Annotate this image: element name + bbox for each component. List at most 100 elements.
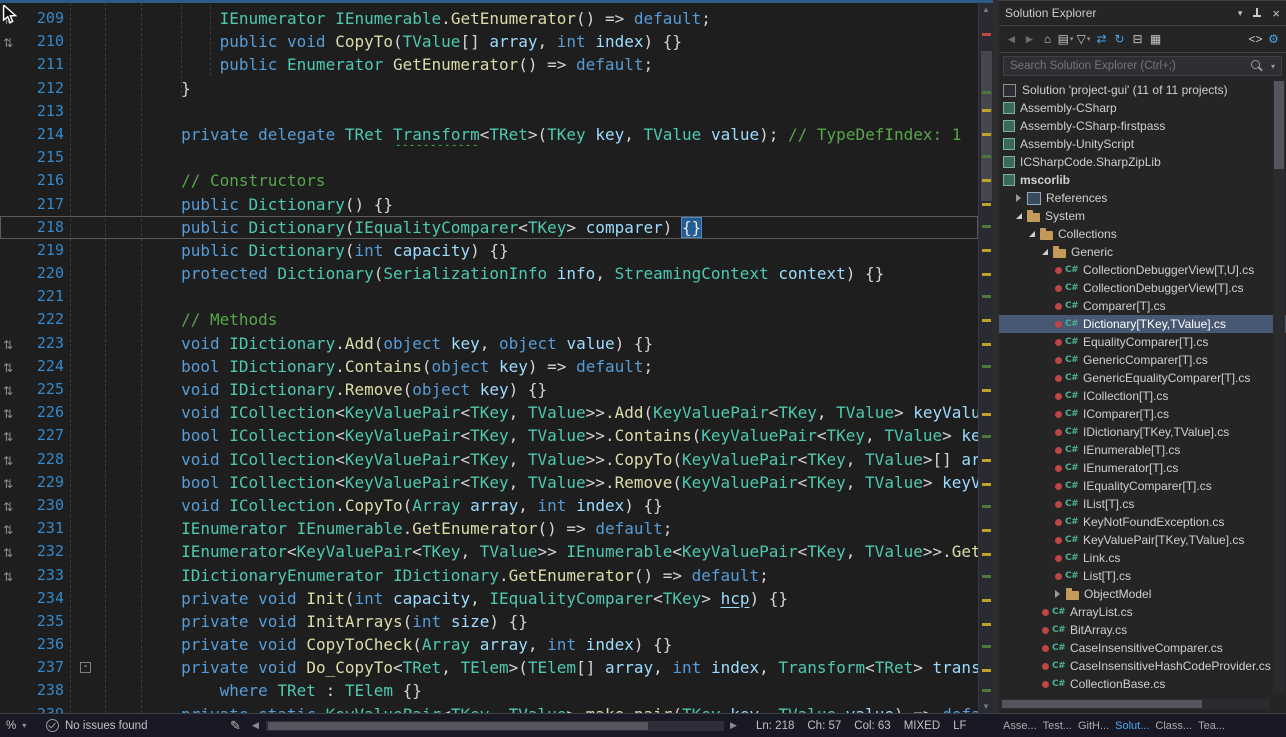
tree-item[interactable]: C#CollectionDebuggerView[T,U].cs	[999, 261, 1286, 279]
tree-item[interactable]: Assembly-CSharp-firstpass	[999, 117, 1286, 135]
code-line[interactable]: 220 protected Dictionary(SerializationIn…	[0, 262, 978, 285]
filter-icon[interactable]: ▽▾	[1075, 30, 1092, 48]
tree-item[interactable]: C#CaseInsensitiveComparer.cs	[999, 639, 1286, 657]
editor-vertical-scrollbar[interactable]: ▲ ▼	[978, 3, 993, 713]
tree-item[interactable]: C#Comparer[T].cs	[999, 297, 1286, 315]
code-line[interactable]: 236 private void CopyToCheck(Array array…	[0, 633, 978, 656]
implement-indicator-icon[interactable]: ⇅	[3, 523, 13, 537]
code-line[interactable]: ⇅232 IEnumerator<KeyValuePair<TKey, TVal…	[0, 540, 978, 563]
implement-indicator-icon[interactable]: ⇅	[3, 36, 13, 50]
tool-window-tab[interactable]: Solut...	[1115, 720, 1149, 732]
tree-item[interactable]: C#IEqualityComparer[T].cs	[999, 477, 1286, 495]
tree-item[interactable]: C#Link.cs	[999, 549, 1286, 567]
tree-item[interactable]: Assembly-CSharp	[999, 99, 1286, 117]
code-line[interactable]: ⇅228 void ICollection<KeyValuePair<TKey,…	[0, 448, 978, 471]
code-line[interactable]: 219 public Dictionary(int capacity) {}	[0, 239, 978, 262]
code-line[interactable]: 214 private delegate TRet Transform<TRet…	[0, 123, 978, 146]
tool-window-tab[interactable]: Tea...	[1198, 720, 1225, 732]
tree-item[interactable]: System	[999, 207, 1286, 225]
tree-item[interactable]: C#CaseInsensitiveHashCodeProvider.cs	[999, 657, 1286, 675]
code-line[interactable]: 234 private void Init(int capacity, IEqu…	[0, 587, 978, 610]
code-line[interactable]: ⇅230 void ICollection.CopyTo(Array array…	[0, 494, 978, 517]
expander-icon[interactable]	[1029, 231, 1035, 237]
line-indicator[interactable]: Ln: 218	[756, 720, 794, 732]
code-line[interactable]: 222 // Methods	[0, 308, 978, 331]
tree-item[interactable]: Solution 'project-gui' (11 of 11 project…	[999, 81, 1286, 99]
code-line[interactable]: 237- private void Do_CopyTo<TRet, TElem>…	[0, 656, 978, 679]
show-all-files-icon[interactable]: ▦	[1147, 30, 1164, 48]
code-line[interactable]: ⇅226 void ICollection<KeyValuePair<TKey,…	[0, 401, 978, 424]
scroll-left-arrow-icon[interactable]: ◀	[252, 714, 259, 737]
search-icon[interactable]	[1251, 60, 1260, 69]
code-line[interactable]: ⇅227 bool ICollection<KeyValuePair<TKey,…	[0, 424, 978, 447]
implement-indicator-icon[interactable]: ⇅	[3, 454, 13, 468]
code-line[interactable]: 217 public Dictionary() {}	[0, 193, 978, 216]
code-view-icon[interactable]: <>	[1247, 30, 1264, 48]
fold-collapse-icon[interactable]: -	[80, 662, 91, 673]
code-line[interactable]: ⇅225 void IDictionary.Remove(object key)…	[0, 378, 978, 401]
switch-views-icon[interactable]: ▤▾	[1057, 30, 1074, 48]
scroll-up-arrow-icon[interactable]: ▲	[979, 5, 993, 14]
tree-item[interactable]: C#GenericEqualityComparer[T].cs	[999, 369, 1286, 387]
zoom-control[interactable]: % ▾	[6, 714, 26, 737]
code-line[interactable]: ⇅229 bool ICollection<KeyValuePair<TKey,…	[0, 471, 978, 494]
tool-window-tab[interactable]: GitH...	[1078, 720, 1109, 732]
search-options-caret-icon[interactable]: ▾	[1271, 62, 1275, 71]
code-line[interactable]: ⇅233 IDictionaryEnumerator IDictionary.G…	[0, 564, 978, 587]
code-line[interactable]: 221	[0, 285, 978, 308]
code-editor[interactable]: ⇅209 IEnumerator IEnumerable.GetEnumerat…	[0, 3, 978, 713]
tree-item[interactable]: C#IEnumerator[T].cs	[999, 459, 1286, 477]
panel-title-bar[interactable]: Solution Explorer ▾ ×	[999, 1, 1286, 25]
code-line[interactable]: 211 public Enumerator GetEnumerator() =>…	[0, 53, 978, 76]
tree-item[interactable]: C#List[T].cs	[999, 567, 1286, 585]
implement-indicator-icon[interactable]: ⇅	[3, 338, 13, 352]
tree-item[interactable]: Assembly-UnityScript	[999, 135, 1286, 153]
scrollbar-thumb[interactable]	[1274, 81, 1284, 169]
refresh-icon[interactable]: ↻	[1111, 30, 1128, 48]
tree-item[interactable]: C#EqualityComparer[T].cs	[999, 333, 1286, 351]
expander-icon[interactable]	[1016, 194, 1021, 202]
code-line[interactable]: 218 public Dictionary(IEqualityComparer<…	[0, 216, 978, 239]
code-line[interactable]: 235 private void InitArrays(int size) {}	[0, 610, 978, 633]
editor-horizontal-scrollbar[interactable]	[266, 721, 724, 731]
pin-icon[interactable]	[1252, 7, 1262, 19]
char-indicator[interactable]: Ch: 57	[807, 720, 841, 732]
code-line[interactable]: ⇅209 IEnumerator IEnumerable.GetEnumerat…	[0, 7, 978, 30]
collapse-all-icon[interactable]: ⊟	[1129, 30, 1146, 48]
implement-indicator-icon[interactable]: ⇅	[3, 500, 13, 514]
tree-item[interactable]: ICSharpCode.SharpZipLib	[999, 153, 1286, 171]
tree-item[interactable]: Collections	[999, 225, 1286, 243]
back-icon[interactable]: ◄	[1003, 30, 1020, 48]
forward-icon[interactable]: ►	[1021, 30, 1038, 48]
properties-wrench-icon[interactable]: ⚙	[1265, 30, 1282, 48]
tree-item[interactable]: C#IDictionary[TKey,TValue].cs	[999, 423, 1286, 441]
issues-indicator[interactable]: No issues found	[46, 714, 147, 737]
expander-icon[interactable]	[1042, 249, 1048, 255]
tree-item[interactable]: C#KeyNotFoundException.cs	[999, 513, 1286, 531]
implement-indicator-icon[interactable]: ⇅	[3, 477, 13, 491]
scrollbar-thumb[interactable]	[268, 722, 648, 730]
tool-window-tab[interactable]: Test...	[1043, 720, 1072, 732]
tree-item[interactable]: Generic	[999, 243, 1286, 261]
tool-window-tab[interactable]: Asse...	[1003, 720, 1037, 732]
scrollbar-thumb[interactable]	[1002, 700, 1202, 708]
tree-item[interactable]: mscorlib	[999, 171, 1286, 189]
code-line[interactable]: 216 // Constructors	[0, 169, 978, 192]
tree-vertical-scrollbar[interactable]	[1273, 81, 1285, 693]
code-line[interactable]: ⇅223 void IDictionary.Add(object key, ob…	[0, 332, 978, 355]
line-ending-indicator[interactable]: MIXED	[904, 720, 940, 732]
implement-indicator-icon[interactable]: ⇅	[3, 407, 13, 421]
scroll-right-arrow-icon[interactable]: ▶	[730, 714, 737, 737]
tree-item[interactable]: C#CollectionDebuggerView[T].cs	[999, 279, 1286, 297]
code-line[interactable]: 215	[0, 146, 978, 169]
tree-item[interactable]: C#IList[T].cs	[999, 495, 1286, 513]
implement-indicator-icon[interactable]: ⇅	[3, 570, 13, 584]
tree-item[interactable]: ObjectModel	[999, 585, 1286, 603]
code-line[interactable]: ⇅224 bool IDictionary.Contains(object ke…	[0, 355, 978, 378]
code-line[interactable]: 238 where TRet : TElem {}	[0, 679, 978, 702]
expander-icon[interactable]	[1016, 213, 1022, 219]
edit-status[interactable]: ✎	[230, 714, 241, 737]
close-icon[interactable]: ×	[1272, 6, 1280, 21]
home-icon[interactable]: ⌂	[1039, 30, 1056, 48]
tree-item[interactable]: C#BitArray.cs	[999, 621, 1286, 639]
